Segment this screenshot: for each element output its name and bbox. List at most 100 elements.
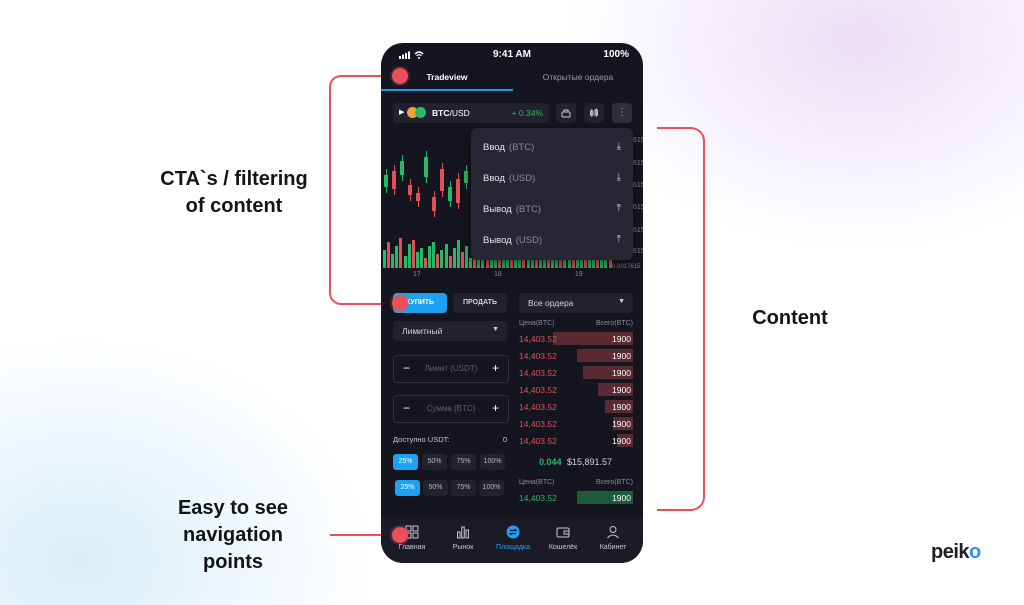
nav-item-market[interactable]: Рынок	[437, 517, 489, 563]
candle-body	[448, 187, 452, 201]
nav-annotation-line1: Easy to see	[177, 497, 289, 519]
tab-open-orders[interactable]: Открытые ордера	[513, 72, 643, 82]
basket-button[interactable]	[556, 103, 576, 123]
pair-selector[interactable]: ▶ BTC/USD + 0.34%	[393, 103, 549, 123]
caret-right-icon: ▶	[399, 109, 405, 116]
nav-annotation-line2: navigation	[182, 524, 283, 546]
percent-75-button[interactable]: 75%	[451, 454, 476, 470]
percent-row: 25% 50% 75% 100%	[393, 454, 507, 470]
content-annotation: Content	[752, 307, 828, 329]
orderbook-row[interactable]: 14,403.52 1900	[519, 331, 633, 346]
nav-label: Площадка	[496, 544, 530, 551]
candles-button[interactable]	[584, 103, 604, 123]
nav-dot	[392, 527, 408, 543]
nav-item-exchange[interactable]: Площадка	[487, 517, 539, 563]
volume-bar	[407, 244, 411, 268]
dropdown-item-deposit-btc[interactable]: Ввод (BTC) ⤓	[471, 131, 633, 162]
volume-bar	[387, 242, 391, 268]
orderbook-row[interactable]: 14,403.52 1900	[519, 382, 633, 397]
orderbook-row[interactable]: 14,403.52 1900	[519, 416, 633, 431]
actions-dropdown: Ввод (BTC) ⤓ Ввод (USD) ⤓ Вывод (BTC) ⤒ Выв…	[471, 128, 633, 260]
x-tick-19: 19	[575, 271, 583, 278]
nav-label: Кошелёк	[548, 544, 578, 551]
user-icon	[605, 525, 621, 541]
bottom-navigation: Главная Рынок Площадка Кошелёк Кабинет	[381, 517, 643, 563]
volume-bar	[448, 256, 452, 268]
y-tick: 615	[633, 182, 643, 189]
sell-button[interactable]: ПРОДАТЬ	[453, 293, 507, 313]
dropdown-item-withdraw-usd[interactable]: Вывод (USD) ⤒	[471, 224, 633, 255]
available-label: Доступно USDT:	[393, 435, 450, 444]
percent-25-button[interactable]: 25%	[393, 454, 418, 470]
orderbook-price: 14,403.52	[519, 436, 557, 446]
plus-icon[interactable]: +	[492, 361, 499, 375]
orderbook-price: 14,403.52	[519, 368, 557, 378]
volume-bar	[383, 250, 386, 268]
status-battery: 100%	[603, 49, 629, 60]
percent-100-button[interactable]: 100%	[479, 480, 504, 496]
nav-item-account[interactable]: Кабинет	[587, 517, 639, 563]
y-tick: 615	[633, 204, 643, 211]
order-type-value: Лимитный	[402, 326, 443, 336]
percent-75-button[interactable]: 75%	[451, 480, 476, 496]
orderbook-row[interactable]: 14,403.52 1900	[519, 399, 633, 414]
dropdown-item-label: Вывод	[483, 235, 512, 246]
cta-dot-bottom	[392, 295, 408, 311]
total-header: Всего(BTC)	[595, 479, 633, 486]
logo-suffix: o	[969, 541, 981, 563]
percent-100-button[interactable]: 100%	[480, 454, 505, 470]
y-tick: 615	[633, 248, 643, 255]
upload-icon: ⤒	[616, 203, 621, 214]
plus-icon[interactable]: +	[492, 401, 499, 415]
y-tick: 615	[633, 227, 643, 234]
available-value: 0	[502, 435, 507, 444]
limit-stepper[interactable]: − Лимит (USDT) +	[393, 355, 509, 383]
volume-bar	[399, 238, 403, 268]
orderbook-price: 14,403.52	[519, 402, 557, 412]
wallet-icon	[555, 525, 571, 541]
orderbook-total: 1900	[612, 351, 631, 361]
cta-dot-top	[392, 68, 408, 84]
amount-stepper[interactable]: − Сумма (BTC) +	[393, 395, 509, 423]
candles-icon	[590, 108, 598, 117]
brand-logo: peiko	[931, 541, 981, 564]
content-bracket	[657, 127, 705, 511]
candle-body	[432, 197, 436, 211]
chart-icon	[455, 525, 471, 541]
volume-bar	[452, 248, 456, 268]
orderbook-row[interactable]: 14,403.52 1900	[519, 365, 633, 380]
orderbook-row[interactable]: 14,403.52 1900	[519, 348, 633, 363]
order-type-select[interactable]: Лимитный ▼	[393, 321, 507, 341]
percent-25-button[interactable]: 25%	[395, 480, 420, 496]
dropdown-item-deposit-usd[interactable]: Ввод (USD) ⤓	[471, 162, 633, 193]
percent-50-button[interactable]: 50%	[422, 454, 447, 470]
orderbook-row[interactable]: 14,403.52 1900	[519, 433, 633, 448]
more-vertical-icon: ⋮	[617, 107, 627, 118]
limit-placeholder: Лимит (USDT)	[424, 364, 478, 373]
candle-body	[456, 179, 460, 203]
volume-bar	[415, 252, 419, 268]
order-filter-select[interactable]: Все ордера ▼	[519, 293, 633, 313]
orderbook-row[interactable]: 14,403.52 1900	[519, 490, 633, 505]
dropdown-item-label: Вывод	[483, 204, 512, 215]
more-button[interactable]: ⋮	[612, 103, 632, 123]
cta-annotation: CTA`s / filtering of content	[150, 166, 318, 220]
candle-body	[384, 175, 388, 187]
dropdown-item-withdraw-btc[interactable]: Вывод (BTC) ⤒	[471, 193, 633, 224]
volume-bar	[465, 246, 468, 268]
upload-icon: ⤒	[616, 234, 621, 245]
logo-prefix: peik	[931, 541, 970, 563]
candle-body	[424, 157, 428, 177]
volume-bar	[469, 258, 473, 268]
exchange-icon	[505, 525, 521, 541]
volume-bar	[411, 240, 415, 268]
pair-symbol: BTC	[432, 108, 450, 118]
orderbook-price: 14,403.52	[519, 351, 557, 361]
percent-50-button[interactable]: 50%	[423, 480, 448, 496]
x-tick-17: 17	[413, 271, 421, 278]
dropdown-item-unit: (USD)	[508, 173, 536, 184]
nav-item-wallet[interactable]: Кошелёк	[537, 517, 589, 563]
orderbook-price: 14,403.52	[519, 493, 557, 503]
nav-annotation: Easy to see navigation points	[165, 495, 301, 576]
volume-bar	[440, 250, 444, 268]
